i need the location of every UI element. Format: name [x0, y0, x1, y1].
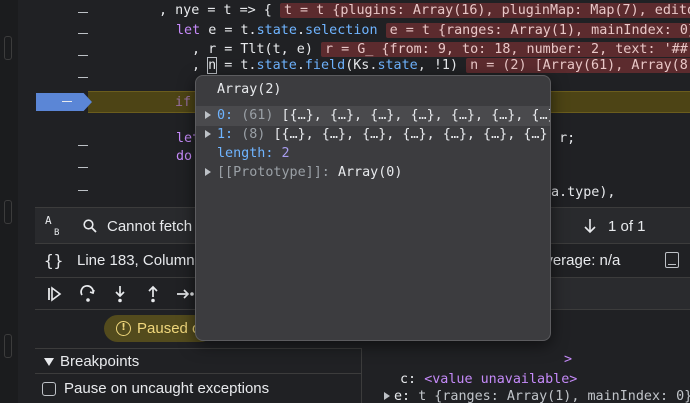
collapse-triangle-icon[interactable]: [44, 358, 54, 366]
strip-marker: [4, 36, 12, 60]
code-line: , n = t.state.field(Ks.state, !1) n = (2…: [192, 56, 690, 76]
scope-entry[interactable]: c: <value unavailable>: [400, 372, 577, 387]
breakpoint-marker[interactable]: [36, 93, 92, 111]
pause-uncaught-label[interactable]: Pause on uncaught exceptions: [64, 380, 269, 397]
code-line: a.type),: [551, 185, 616, 200]
scope-value-tail: >: [564, 352, 573, 367]
line-gutter-mark[interactable]: [78, 190, 88, 191]
line-gutter-mark[interactable]: [78, 77, 88, 78]
inline-value: e = t {ranges: Array(1), mainIndex: 0}: [385, 23, 690, 38]
array-entry[interactable]: 0: (61) [{…}, {…}, {…}, {…}, {…}, {…}, {…: [196, 106, 550, 126]
expand-triangle-icon[interactable]: [205, 168, 211, 176]
match-count: 1 of 1: [608, 218, 646, 235]
line-gutter-mark[interactable]: [78, 145, 88, 146]
code-line: let e = t.state.selection e = t {ranges:…: [176, 21, 690, 41]
inline-value: n = (2) [Array(61), Array(8)]: [466, 58, 690, 73]
expand-triangle-icon[interactable]: [384, 392, 390, 400]
expand-triangle-icon[interactable]: [205, 130, 211, 138]
code-line: do: [176, 149, 193, 164]
cursor-position: Line 183, Column: [77, 252, 195, 269]
braces-icon[interactable]: {}: [44, 251, 63, 270]
expand-triangle-icon[interactable]: [205, 111, 211, 119]
step-over-icon[interactable]: [78, 284, 98, 304]
breakpoint-line-mark: [62, 101, 72, 102]
match-case-icon[interactable]: A B: [45, 215, 67, 238]
step-icon[interactable]: [175, 284, 195, 304]
search-icon: [83, 219, 97, 233]
breakpoints-title: Breakpoints: [60, 353, 140, 370]
length-entry: length: 2: [217, 146, 290, 161]
strip-marker: [4, 334, 12, 358]
search-input[interactable]: Cannot fetch: [107, 218, 192, 235]
scope-entry[interactable]: e: t {ranges: Array(1), mainIndex: 0}: [384, 389, 690, 403]
breakpoints-header[interactable]: Breakpoints: [35, 348, 362, 374]
line-gutter-mark[interactable]: [78, 55, 88, 56]
resume-icon[interactable]: [45, 284, 65, 304]
line-gutter-mark[interactable]: [78, 167, 88, 168]
step-into-icon[interactable]: [110, 284, 130, 304]
info-icon: !: [116, 321, 131, 336]
inline-value: t = t {plugins: Array(16), pluginMap: Ma…: [279, 3, 690, 18]
prototype-entry[interactable]: [[Prototype]]: Array(0): [196, 163, 550, 183]
step-out-icon[interactable]: [143, 284, 163, 304]
line-gutter-mark[interactable]: [78, 12, 88, 13]
code-line: , nye = t => { t = t {plugins: Array(16)…: [159, 1, 690, 21]
line-gutter-mark[interactable]: [78, 33, 88, 34]
breakpoints-panel: Breakpoints Pause on uncaught exceptions: [35, 348, 362, 403]
arrow-down-icon[interactable]: [583, 217, 597, 235]
activity-strip: [0, 0, 18, 403]
coverage-icon[interactable]: [665, 252, 679, 268]
value-popover: Array(2) 0: (61) [{…}, {…}, {…}, {…}, {……: [195, 75, 551, 341]
strip-marker: [4, 200, 12, 224]
hovered-token: n: [207, 57, 218, 74]
inline-value: r = G_ {from: 9, to: 18, number: 2, text…: [321, 42, 690, 57]
popover-title: Array(2): [217, 82, 282, 97]
pause-uncaught-checkbox[interactable]: [42, 382, 56, 396]
array-entry[interactable]: 1: (8) [{…}, {…}, {…}, {…}, {…}, {…}, {……: [196, 125, 550, 145]
scope-panel: > c: <value unavailable> e: t {ranges: A…: [362, 348, 690, 403]
paused-status-text: Paused o: [137, 320, 201, 337]
